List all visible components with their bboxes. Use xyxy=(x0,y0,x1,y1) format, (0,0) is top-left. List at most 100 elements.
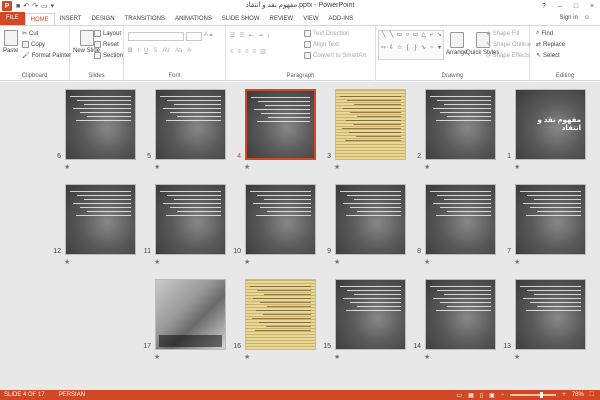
maximize-button[interactable]: □ xyxy=(568,0,584,12)
save-icon[interactable]: ■ xyxy=(16,3,20,10)
close-button[interactable]: × xyxy=(584,0,600,12)
copy-button[interactable]: Copy xyxy=(22,41,45,48)
slide-thumbnail[interactable] xyxy=(155,89,226,160)
shape-effects-button[interactable]: ◇ Shape Effects xyxy=(486,52,530,60)
align-text-button[interactable]: Align Text xyxy=(304,41,339,48)
slideshow-view-icon[interactable]: ▣ xyxy=(489,392,495,399)
tab-view[interactable]: VIEW xyxy=(298,13,323,25)
zoom-slider[interactable] xyxy=(510,392,557,398)
slide-transition-icon[interactable]: ★ xyxy=(64,163,70,171)
increase-indent-icon[interactable]: ⇥ xyxy=(258,32,263,39)
help-button[interactable]: ? xyxy=(536,0,552,12)
line-spacing-icon[interactable]: ↕ xyxy=(267,33,270,39)
align-center-icon[interactable]: ≡ xyxy=(238,49,242,55)
slide-thumbnail[interactable] xyxy=(65,89,136,160)
slide-transition-icon[interactable]: ★ xyxy=(514,163,520,171)
arrange-button[interactable]: Arrange xyxy=(446,32,467,56)
font-size-dropdown[interactable] xyxy=(186,32,202,41)
bold-icon[interactable]: B xyxy=(128,48,132,54)
tab-slide-show[interactable]: SLIDE SHOW xyxy=(217,13,265,25)
shape-arrow3-icon[interactable]: ⇩ xyxy=(388,45,395,52)
redo-icon[interactable]: ↷ xyxy=(32,2,38,10)
numbering-icon[interactable]: ☰ xyxy=(239,32,244,39)
sign-in-link[interactable]: Sign in xyxy=(560,15,578,21)
slide-transition-icon[interactable]: ★ xyxy=(244,353,250,361)
align-right-icon[interactable]: ≡ xyxy=(245,49,249,55)
shape-brace-icon[interactable]: { xyxy=(404,45,411,52)
select-button[interactable]: ↖ Select xyxy=(536,52,560,60)
tab-animations[interactable]: ANIMATIONS xyxy=(170,13,217,25)
shape-outline-button[interactable]: ✎ Shape Outline xyxy=(486,41,531,49)
shape-brace2-icon[interactable]: } xyxy=(412,45,419,52)
shape-line3-icon[interactable]: ⌐ xyxy=(428,32,435,39)
slide-transition-icon[interactable]: ★ xyxy=(334,163,340,171)
strikethrough-icon[interactable]: S xyxy=(153,48,157,54)
text-direction-button[interactable]: Text Direction xyxy=(304,30,349,37)
start-from-beginning-icon[interactable]: ▭ xyxy=(41,2,48,10)
undo-icon[interactable]: ↶ xyxy=(23,2,29,10)
font-name-dropdown[interactable] xyxy=(128,32,184,41)
user-avatar-icon[interactable]: ☺ xyxy=(584,15,590,21)
find-button[interactable]: ⌕ Find xyxy=(536,30,553,37)
slide-thumbnail[interactable] xyxy=(245,184,316,255)
zoom-level[interactable]: 78% xyxy=(572,392,584,398)
change-case-icon[interactable]: Aa xyxy=(175,48,182,54)
layout-button[interactable]: Layout xyxy=(94,30,121,37)
shape-star-icon[interactable]: ☆ xyxy=(396,45,403,52)
font-color-icon[interactable]: A xyxy=(187,48,191,54)
shape-line-icon[interactable]: ╲ xyxy=(380,32,387,39)
slide-transition-icon[interactable]: ★ xyxy=(244,258,250,266)
slide-thumbnail[interactable] xyxy=(155,279,226,350)
format-painter-button[interactable]: 🖌 Format Painter xyxy=(22,52,71,60)
decrease-indent-icon[interactable]: ⇤ xyxy=(249,32,254,39)
shape-rect-icon[interactable]: ▭ xyxy=(396,32,403,39)
tab-review[interactable]: REVIEW xyxy=(265,13,299,25)
shape-line2-icon[interactable]: ╲ xyxy=(388,32,395,39)
shape-more-icon[interactable]: ▾ xyxy=(436,45,443,52)
slide-thumbnail[interactable] xyxy=(335,279,406,350)
slide-transition-icon[interactable]: ★ xyxy=(424,353,430,361)
slide-transition-icon[interactable]: ★ xyxy=(424,163,430,171)
char-spacing-icon[interactable]: AV xyxy=(162,48,170,54)
reset-button[interactable]: Reset xyxy=(94,41,119,48)
slide-thumbnail[interactable] xyxy=(515,184,586,255)
slide-transition-icon[interactable]: ★ xyxy=(514,353,520,361)
slide-sorter[interactable]: مفهوم نقد و انتقاد 1 ★ 2 ★ 3 ★ 4 ★ 5 ★ 6 ★ 7 ★ 8 ★ 9 ★ 10 ★ 1… xyxy=(0,82,600,390)
slide-thumbnail[interactable] xyxy=(515,279,586,350)
slide-thumbnail[interactable] xyxy=(65,184,136,255)
slide-thumbnail[interactable] xyxy=(335,89,406,160)
slide-thumbnail[interactable]: مفهوم نقد و انتقاد xyxy=(515,89,586,160)
zoom-in-icon[interactable]: + xyxy=(562,392,566,398)
shapes-gallery[interactable]: ╲ ╲ ▭ ○ ▭ △ ⌐ ↘ ⇨ ⇩ ☆{} ∿ ~ ▾ xyxy=(378,30,444,60)
bullets-icon[interactable]: ☰ xyxy=(230,32,235,39)
tab-insert[interactable]: INSERT xyxy=(55,13,87,25)
shape-rect2-icon[interactable]: ▭ xyxy=(412,32,419,39)
slide-sorter-view-icon[interactable]: ▦ xyxy=(468,392,474,399)
zoom-slider-thumb[interactable] xyxy=(540,392,544,398)
shape-arrow-icon[interactable]: ↘ xyxy=(436,32,443,39)
tab-design[interactable]: DESIGN xyxy=(87,13,120,25)
slide-transition-icon[interactable]: ★ xyxy=(424,258,430,266)
slide-transition-icon[interactable]: ★ xyxy=(64,258,70,266)
reading-view-icon[interactable]: ▯ xyxy=(480,392,483,399)
shape-fill-button[interactable]: ◈ Shape Fill xyxy=(486,30,519,38)
normal-view-icon[interactable]: ▭ xyxy=(456,392,462,399)
replace-button[interactable]: ⇄ Replace xyxy=(536,41,565,49)
zoom-out-icon[interactable]: − xyxy=(501,392,505,398)
slide-transition-icon[interactable]: ★ xyxy=(334,258,340,266)
tab-file[interactable]: FILE xyxy=(0,12,25,25)
grow-font-button[interactable]: A▲ xyxy=(204,32,214,38)
tab-home[interactable]: HOME xyxy=(24,13,55,25)
slide-thumbnail[interactable] xyxy=(155,184,226,255)
columns-icon[interactable]: ▥ xyxy=(260,48,266,55)
shape-arrow2-icon[interactable]: ⇨ xyxy=(380,45,387,52)
shape-wave-icon[interactable]: ~ xyxy=(428,45,435,52)
cut-button[interactable]: ✂ Cut xyxy=(22,30,38,38)
minimize-button[interactable]: – xyxy=(552,0,568,12)
underline-icon[interactable]: U xyxy=(144,48,148,54)
language-indicator[interactable]: PERSIAN xyxy=(59,392,85,398)
powerpoint-app-icon[interactable]: P xyxy=(2,1,12,11)
slide-transition-icon[interactable]: ★ xyxy=(334,353,340,361)
slide-transition-icon[interactable]: ★ xyxy=(154,353,160,361)
tab-transitions[interactable]: TRANSITIONS xyxy=(120,13,170,25)
